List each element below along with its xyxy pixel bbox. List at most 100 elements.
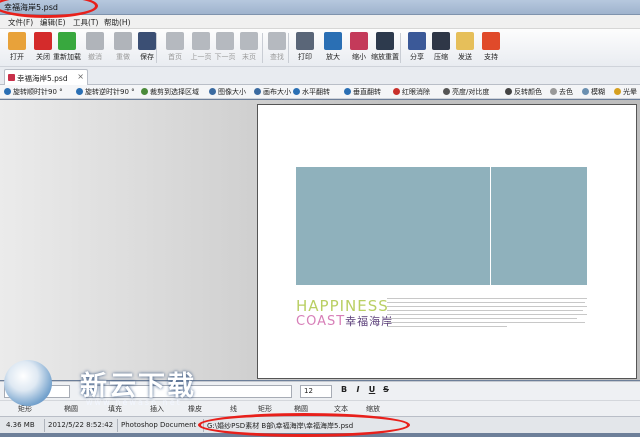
menu-edit[interactable]: 编辑(E) <box>40 17 66 28</box>
edit-tool-12[interactable]: 光晕 <box>614 87 637 97</box>
toolbar-button-fit-screen[interactable]: 缩放重置 <box>370 31 400 65</box>
edit-tool-label: 去色 <box>559 88 573 96</box>
edit-tool-label: 旋转顺时针90 ° <box>13 88 63 96</box>
edit-tool-label: 旋转逆时针90 ° <box>85 88 135 96</box>
document-tab-label: 幸福海岸5.psd <box>17 74 68 83</box>
toolbar-separator <box>262 33 263 63</box>
edit-tool-icon <box>76 88 83 95</box>
mail-send-icon <box>456 32 474 50</box>
compress-icon <box>432 32 450 50</box>
last-page-icon <box>240 32 258 50</box>
toolbar-button-label: 保存 <box>140 53 154 61</box>
edit-tool-icon <box>550 88 557 95</box>
status-file-size: 4.36 MB <box>6 421 35 429</box>
coast-heading-cn: 幸福海岸 <box>345 315 394 328</box>
edit-tool-icon <box>209 88 216 95</box>
edit-tool-label: 反转颜色 <box>514 88 542 96</box>
text-line <box>387 322 585 323</box>
edit-tool-1[interactable]: 旋转逆时针90 ° <box>76 87 135 97</box>
main-toolbar: 打开 关闭 重新加载 撤消 重做 保存 首页 上一页 下一页 末页 查找 打印 放大 缩小 缩放重置 分享 压缩… <box>0 29 640 67</box>
text-line <box>387 302 585 303</box>
edit-tool-icon <box>344 88 351 95</box>
edit-tool-7[interactable]: 红眼消除 <box>393 87 430 97</box>
watermark: 新云下载 www.newasp.net <box>0 358 250 408</box>
edit-tool-0[interactable]: 旋转顺时针90 ° <box>4 87 63 97</box>
edit-tool-label: 亮度/对比度 <box>452 88 490 96</box>
edit-tool-11[interactable]: 模糊 <box>582 87 605 97</box>
text-line <box>387 314 587 315</box>
italic-button[interactable]: I <box>352 385 364 398</box>
close-icon <box>34 32 52 50</box>
menu-help[interactable]: 帮助(H) <box>104 17 131 28</box>
menu-file[interactable]: 文件(F) <box>8 17 33 28</box>
toolbar-separator <box>288 33 289 63</box>
status-date: 2012/5/22 8:52:42 <box>48 421 114 429</box>
strike-button[interactable]: S <box>380 385 392 398</box>
zoom-out-icon <box>350 32 368 50</box>
font-size-select[interactable]: 12 <box>300 385 332 398</box>
toolbar-button-label: 撤消 <box>88 53 102 61</box>
edit-tool-icon <box>443 88 450 95</box>
text-line <box>387 306 587 307</box>
document-tab[interactable]: 幸福海岸5.psd × <box>4 69 88 85</box>
edit-tool-3[interactable]: 图像大小 <box>209 87 246 97</box>
save-icon <box>138 32 156 50</box>
edit-tool-9[interactable]: 反转颜色 <box>505 87 542 97</box>
fit-screen-icon <box>376 32 394 50</box>
toolbar-button-last-page[interactable]: 末页 <box>234 31 264 65</box>
edit-tool-icon <box>293 88 300 95</box>
menu-tools[interactable]: 工具(T) <box>73 17 98 28</box>
edit-tool-6[interactable]: 垂直翻转 <box>344 87 381 97</box>
edit-tool-5[interactable]: 水平翻转 <box>293 87 330 97</box>
print-icon <box>296 32 314 50</box>
toolbar-button-label: 缩放重置 <box>371 53 399 61</box>
status-divider <box>44 419 45 432</box>
status-file-type: Photoshop Document <box>121 421 197 429</box>
edit-tool-icon <box>4 88 11 95</box>
toolbar-separator <box>156 33 157 63</box>
edit-tool-4[interactable]: 画布大小 <box>254 87 291 97</box>
draw-tool-9[interactable]: 缩放 <box>366 404 380 414</box>
edit-tool-label: 模糊 <box>591 88 605 96</box>
toolbar-separator <box>400 33 401 63</box>
edit-tool-label: 图像大小 <box>218 88 246 96</box>
edit-tool-icon <box>505 88 512 95</box>
edit-tool-2[interactable]: 裁剪到选择区域 <box>141 87 199 97</box>
draw-tool-6[interactable]: 矩形 <box>258 404 272 414</box>
undo-icon <box>86 32 104 50</box>
coast-heading-en: COAST <box>296 314 346 329</box>
status-divider <box>117 419 118 432</box>
lifebuoy-support-icon <box>482 32 500 50</box>
watermark-logo-icon <box>4 360 52 406</box>
toolbar-button-print[interactable]: 打印 <box>290 31 320 65</box>
psd-file-icon <box>8 74 15 81</box>
edit-tool-label: 光晕 <box>623 88 637 96</box>
watermark-url: www.newasp.net <box>86 398 182 407</box>
edit-tool-icon <box>582 88 589 95</box>
zoom-in-icon <box>324 32 342 50</box>
draw-tool-8[interactable]: 文本 <box>334 404 348 414</box>
first-page-icon <box>166 32 184 50</box>
edit-tool-label: 红眼消除 <box>402 88 430 96</box>
toolbar-button-undo[interactable]: 撤消 <box>80 31 110 65</box>
edit-tool-8[interactable]: 亮度/对比度 <box>443 87 489 97</box>
text-line <box>387 310 583 311</box>
text-line <box>387 298 587 299</box>
edit-tools-bar: 旋转顺时针90 ° 旋转逆时针90 ° 裁剪到选择区域 图像大小 画布大小 水平翻转 垂直翻… <box>0 85 640 99</box>
edit-tool-label: 裁剪到选择区域 <box>150 88 199 96</box>
bold-button[interactable]: B <box>338 385 350 398</box>
close-tab-icon[interactable]: × <box>77 72 84 81</box>
edit-tool-label: 垂直翻转 <box>353 88 381 96</box>
toolbar-button-save[interactable]: 保存 <box>132 31 162 65</box>
find-icon <box>268 32 286 50</box>
redo-icon <box>114 32 132 50</box>
underline-button[interactable]: U <box>366 385 378 398</box>
coast-heading: COAST幸福海岸 <box>296 313 393 329</box>
edit-tool-10[interactable]: 去色 <box>550 87 573 97</box>
folder-open-icon <box>8 32 26 50</box>
edit-tool-icon <box>254 88 261 95</box>
edit-tool-icon <box>614 88 621 95</box>
toolbar-button-lifebuoy-support[interactable]: 支持 <box>476 31 506 65</box>
toolbar-button-reload[interactable]: 重新加载 <box>52 31 82 65</box>
edit-tool-label: 画布大小 <box>263 88 291 96</box>
